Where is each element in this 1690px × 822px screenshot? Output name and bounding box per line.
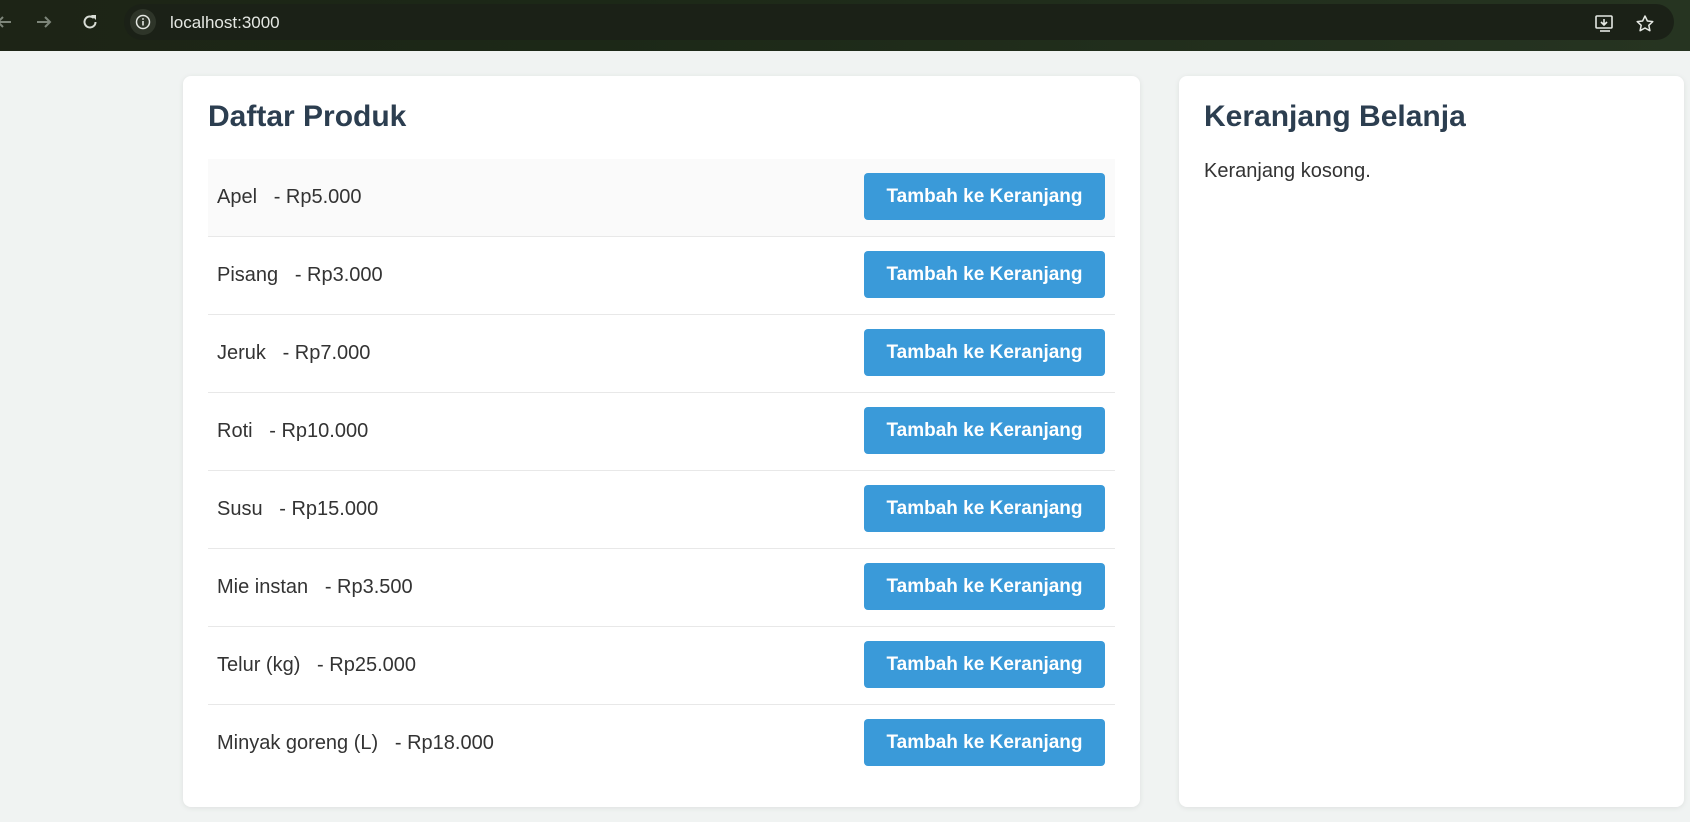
price-separator: - <box>278 264 308 286</box>
product-label: Telur (kg) - Rp25.000 <box>217 654 416 677</box>
product-name: Roti <box>217 420 253 442</box>
add-to-cart-button[interactable]: Tambah ke Keranjang <box>864 173 1105 220</box>
reload-icon[interactable] <box>80 12 100 32</box>
product-row: Roti - Rp10.000 Tambah ke Keranjang <box>208 393 1115 471</box>
add-to-cart-button[interactable]: Tambah ke Keranjang <box>864 485 1105 532</box>
product-name: Jeruk <box>217 342 266 364</box>
add-to-cart-button[interactable]: Tambah ke Keranjang <box>864 251 1105 298</box>
product-name: Minyak goreng (L) <box>217 732 379 754</box>
back-arrow-icon[interactable] <box>0 12 14 32</box>
add-to-cart-button[interactable]: Tambah ke Keranjang <box>864 407 1105 454</box>
product-label: Susu - Rp15.000 <box>217 498 378 521</box>
price-separator: - <box>262 498 292 520</box>
product-row: Pisang - Rp3.000 Tambah ke Keranjang <box>208 237 1115 315</box>
product-label: Apel - Rp5.000 <box>217 186 362 209</box>
product-row: Jeruk - Rp7.000 Tambah ke Keranjang <box>208 315 1115 393</box>
add-to-cart-button[interactable]: Tambah ke Keranjang <box>864 719 1105 766</box>
product-list-title: Daftar Produk <box>208 100 407 133</box>
browser-toolbar: localhost:3000 <box>0 0 1690 51</box>
product-price: Rp10.000 <box>281 420 369 442</box>
product-name: Susu <box>217 498 263 520</box>
product-label: Roti - Rp10.000 <box>217 420 368 443</box>
product-price: Rp15.000 <box>291 498 379 520</box>
product-row: Apel - Rp5.000 Tambah ke Keranjang <box>208 159 1115 237</box>
cart-empty-message: Keranjang kosong. <box>1204 160 1371 182</box>
product-price: Rp3.000 <box>307 264 383 286</box>
add-to-cart-button[interactable]: Tambah ke Keranjang <box>864 563 1105 610</box>
product-price: Rp7.000 <box>294 342 371 364</box>
product-list: Apel - Rp5.000 Tambah ke Keranjang Pisang … <box>208 159 1115 782</box>
product-row: Telur (kg) - Rp25.000 Tambah ke Keranjang <box>208 627 1115 705</box>
product-label: Minyak goreng (L) - Rp18.000 <box>217 732 494 755</box>
product-row: Susu - Rp15.000 Tambah ke Keranjang <box>208 471 1115 549</box>
product-label: Mie instan - Rp3.500 <box>217 576 413 599</box>
product-row: Mie instan - Rp3.500 Tambah ke Keranjang <box>208 549 1115 627</box>
price-separator: - <box>300 654 330 676</box>
price-separator: - <box>252 420 282 442</box>
product-price: Rp5.000 <box>285 186 362 208</box>
product-name: Pisang <box>217 264 279 286</box>
price-separator: - <box>308 576 338 598</box>
price-separator: - <box>378 732 408 754</box>
product-name: Mie instan <box>217 576 309 598</box>
address-bar[interactable]: localhost:3000 <box>124 4 1674 40</box>
product-label: Jeruk - Rp7.000 <box>217 342 370 365</box>
product-row: Minyak goreng (L) - Rp18.000 Tambah ke Ke… <box>208 705 1115 782</box>
url-text: localhost:3000 <box>170 13 280 32</box>
product-label: Pisang - Rp3.000 <box>217 264 383 287</box>
price-separator: - <box>257 186 286 208</box>
site-info-icon[interactable] <box>130 9 156 35</box>
price-separator: - <box>265 342 295 364</box>
shopping-cart-title: Keranjang Belanja <box>1204 100 1466 133</box>
product-name: Apel <box>217 186 258 208</box>
product-list-card: Daftar Produk Apel - Rp5.000 Tambah ke Ke… <box>183 76 1140 807</box>
add-to-cart-button[interactable]: Tambah ke Keranjang <box>864 641 1105 688</box>
bookmark-star-icon[interactable] <box>1634 13 1656 35</box>
forward-arrow-icon[interactable] <box>34 12 54 32</box>
shopping-cart-card: Keranjang Belanja Keranjang kosong. <box>1179 76 1684 807</box>
product-price: Rp3.500 <box>337 576 413 598</box>
product-name: Telur (kg) <box>217 654 301 676</box>
add-to-cart-button[interactable]: Tambah ke Keranjang <box>864 329 1105 376</box>
product-price: Rp25.000 <box>329 654 416 676</box>
install-app-icon[interactable] <box>1594 13 1616 35</box>
product-price: Rp18.000 <box>407 732 494 754</box>
